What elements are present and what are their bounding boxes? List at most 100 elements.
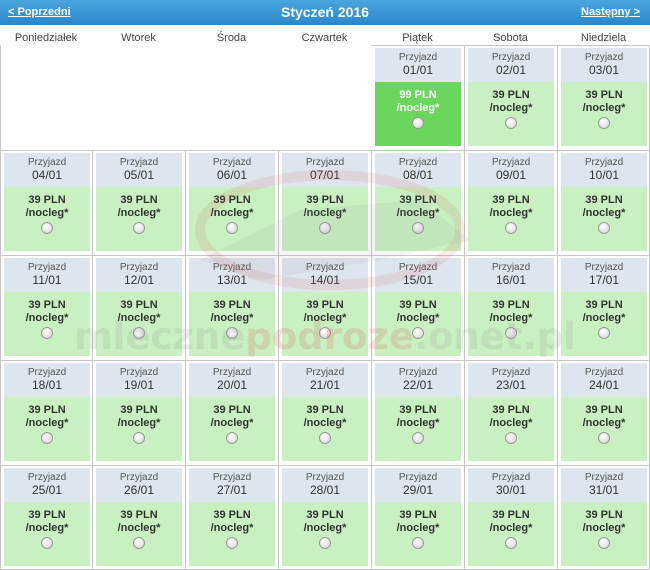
radio-button-icon[interactable] — [412, 327, 424, 339]
price-value: 39 PLN — [306, 509, 344, 521]
day-price-option[interactable]: 39 PLN/nocleg* — [375, 187, 461, 251]
day-price-option[interactable]: 39 PLN/nocleg* — [561, 397, 647, 461]
radio-button-icon[interactable] — [226, 537, 238, 549]
day-cell: Przyjazd 01/01 99 PLN/nocleg* — [375, 48, 461, 146]
day-price-option[interactable]: 39 PLN/nocleg* — [561, 502, 647, 566]
per-night-label: /nocleg* — [396, 417, 440, 429]
radio-button-icon[interactable] — [133, 222, 145, 234]
arrival-label: Przyjazd — [119, 157, 159, 168]
day-price-option[interactable]: 39 PLN/nocleg* — [375, 502, 461, 566]
weekday-wednesday: Środa — [216, 32, 247, 44]
weekday-sunday: Niedziela — [580, 32, 627, 44]
day-price-option[interactable]: 39 PLN/nocleg* — [189, 397, 275, 461]
day-cell-header: Przyjazd 11/01 — [4, 258, 90, 292]
day-cell: Przyjazd 25/01 39 PLN/nocleg* — [4, 468, 90, 566]
day-date: 31/01 — [588, 483, 620, 497]
radio-button-icon[interactable] — [319, 432, 331, 444]
radio-button-icon[interactable] — [133, 432, 145, 444]
day-cell-header: Przyjazd 12/01 — [96, 258, 182, 292]
day-price-option[interactable]: 39 PLN/nocleg* — [189, 187, 275, 251]
day-cell-header: Przyjazd 08/01 — [375, 153, 461, 187]
radio-button-icon[interactable] — [505, 537, 517, 549]
day-price-option[interactable]: 39 PLN/nocleg* — [96, 292, 182, 356]
price-value: 39 PLN — [306, 299, 344, 311]
radio-button-icon[interactable] — [598, 537, 610, 549]
arrival-label: Przyjazd — [305, 157, 345, 168]
day-price-option[interactable]: 39 PLN/nocleg* — [4, 397, 90, 461]
day-price-option[interactable]: 39 PLN/nocleg* — [561, 82, 647, 146]
day-cell-header: Przyjazd 09/01 — [468, 153, 554, 187]
radio-button-icon[interactable] — [319, 327, 331, 339]
weekday-monday: Poniedziałek — [14, 32, 78, 44]
radio-button-icon[interactable] — [598, 327, 610, 339]
arrival-label: Przyjazd — [212, 262, 252, 273]
grid-line-horizontal — [0, 255, 650, 256]
day-price-option[interactable]: 39 PLN/nocleg* — [561, 292, 647, 356]
day-price-option[interactable]: 39 PLN/nocleg* — [96, 397, 182, 461]
day-price-option[interactable]: 39 PLN/nocleg* — [282, 292, 368, 356]
price-value: 39 PLN — [585, 509, 623, 521]
day-price-option[interactable]: 39 PLN/nocleg* — [282, 502, 368, 566]
radio-button-icon[interactable] — [412, 222, 424, 234]
radio-button-icon[interactable] — [505, 222, 517, 234]
day-date: 23/01 — [495, 378, 527, 392]
radio-button-icon[interactable] — [598, 432, 610, 444]
radio-button-icon[interactable] — [598, 117, 610, 129]
day-price-option[interactable]: 39 PLN/nocleg* — [96, 502, 182, 566]
radio-button-icon[interactable] — [226, 327, 238, 339]
day-price-option[interactable]: 39 PLN/nocleg* — [4, 292, 90, 356]
day-price-option[interactable]: 39 PLN/nocleg* — [468, 82, 554, 146]
day-price-option[interactable]: 39 PLN/nocleg* — [468, 187, 554, 251]
radio-button-icon[interactable] — [41, 432, 53, 444]
day-price-option[interactable]: 39 PLN/nocleg* — [4, 187, 90, 251]
arrival-label: Przyjazd — [212, 472, 252, 483]
day-price-option[interactable]: 39 PLN/nocleg* — [189, 292, 275, 356]
day-price-option[interactable]: 39 PLN/nocleg* — [189, 502, 275, 566]
day-price-selected[interactable]: 99 PLN/nocleg* — [375, 82, 461, 146]
radio-button-icon[interactable] — [41, 537, 53, 549]
radio-button-icon[interactable] — [133, 327, 145, 339]
radio-button-icon[interactable] — [505, 117, 517, 129]
price-value: 39 PLN — [120, 404, 158, 416]
radio-button-icon[interactable] — [41, 327, 53, 339]
day-price-option[interactable]: 39 PLN/nocleg* — [96, 187, 182, 251]
day-price-option[interactable]: 39 PLN/nocleg* — [375, 397, 461, 461]
per-night-label: /nocleg* — [117, 312, 161, 324]
arrival-label: Przyjazd — [27, 262, 67, 273]
day-cell: Przyjazd 15/01 39 PLN/nocleg* — [375, 258, 461, 356]
radio-button-icon[interactable] — [226, 432, 238, 444]
day-price-option[interactable]: 39 PLN/nocleg* — [468, 397, 554, 461]
day-date: 05/01 — [123, 168, 155, 182]
day-price-option[interactable]: 39 PLN/nocleg* — [4, 502, 90, 566]
day-price-option[interactable]: 39 PLN/nocleg* — [282, 187, 368, 251]
radio-button-icon[interactable] — [133, 537, 145, 549]
radio-button-icon[interactable] — [319, 537, 331, 549]
radio-button-icon[interactable] — [412, 432, 424, 444]
day-price-option[interactable]: 39 PLN/nocleg* — [468, 502, 554, 566]
day-cell-header: Przyjazd 21/01 — [282, 363, 368, 397]
radio-button-icon[interactable] — [505, 432, 517, 444]
day-cell-header: Przyjazd 07/01 — [282, 153, 368, 187]
per-night-label: /nocleg* — [489, 312, 533, 324]
next-month-link[interactable]: Następny > — [581, 6, 640, 18]
radio-button-icon[interactable] — [319, 222, 331, 234]
radio-button-icon[interactable] — [412, 117, 424, 129]
arrival-label: Przyjazd — [305, 367, 345, 378]
grid-line-vertical — [0, 45, 1, 570]
day-price-option[interactable]: 39 PLN/nocleg* — [561, 187, 647, 251]
arrival-label: Przyjazd — [491, 157, 531, 168]
arrival-label: Przyjazd — [398, 472, 438, 483]
radio-button-icon[interactable] — [598, 222, 610, 234]
day-price-option[interactable]: 39 PLN/nocleg* — [468, 292, 554, 356]
radio-button-icon[interactable] — [226, 222, 238, 234]
price-value: 39 PLN — [120, 194, 158, 206]
day-date: 22/01 — [402, 378, 434, 392]
price-value: 39 PLN — [28, 194, 66, 206]
per-night-label: /nocleg* — [489, 522, 533, 534]
radio-button-icon[interactable] — [41, 222, 53, 234]
day-price-option[interactable]: 39 PLN/nocleg* — [375, 292, 461, 356]
radio-button-icon[interactable] — [505, 327, 517, 339]
arrival-label: Przyjazd — [119, 367, 159, 378]
radio-button-icon[interactable] — [412, 537, 424, 549]
day-price-option[interactable]: 39 PLN/nocleg* — [282, 397, 368, 461]
